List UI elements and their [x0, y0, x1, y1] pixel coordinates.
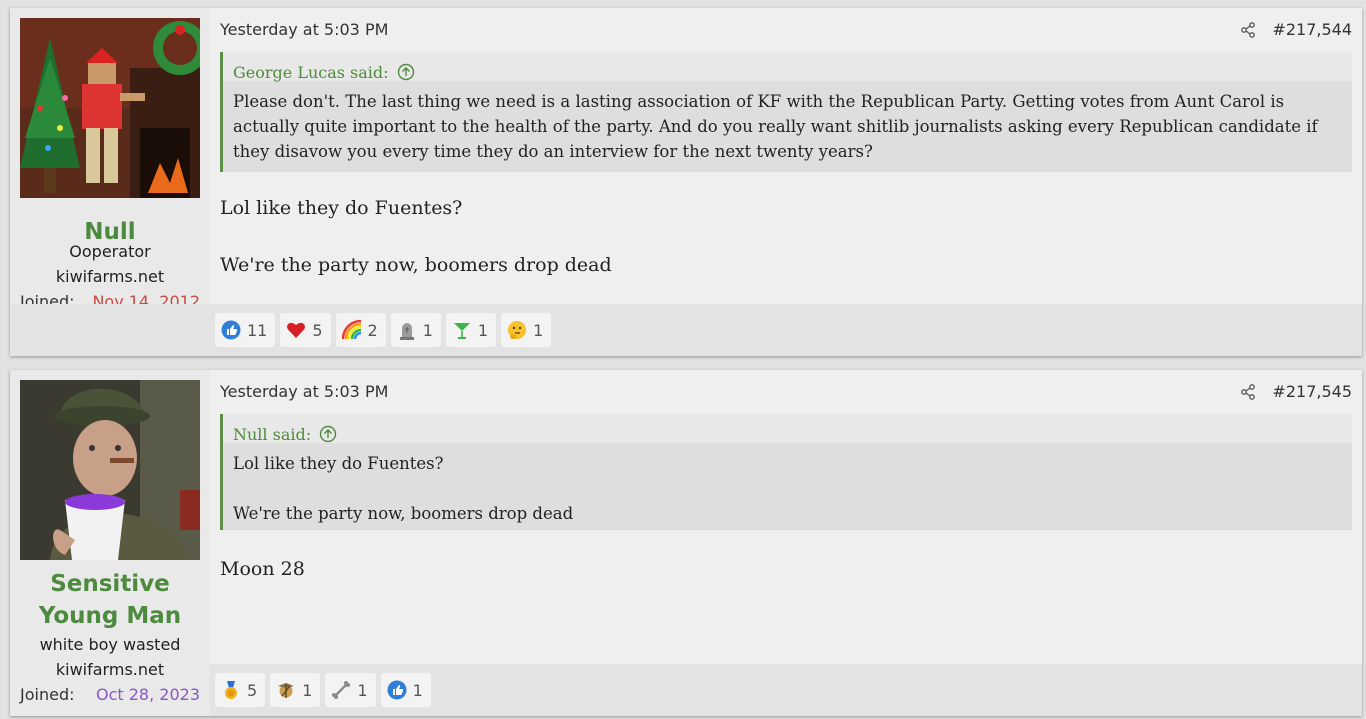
- quote-header[interactable]: George Lucas said:: [223, 52, 1352, 82]
- quote-author[interactable]: George Lucas said:: [233, 63, 389, 82]
- reaction-marine-emblem[interactable]: 1: [270, 673, 321, 707]
- reaction-count: 1: [477, 320, 489, 340]
- joined-date: Oct 28, 2023: [96, 685, 200, 704]
- bone-icon: [331, 680, 351, 700]
- rainbow-icon: [341, 320, 362, 340]
- marine-emblem-icon: [276, 680, 296, 700]
- quote-header[interactable]: Null said:: [223, 414, 1352, 444]
- post-number[interactable]: #217,544: [1272, 20, 1352, 39]
- avatar[interactable]: [20, 18, 200, 198]
- reaction-count: 5: [247, 680, 258, 700]
- thumbs-up-icon: [387, 680, 407, 700]
- quote-line: We're the party now, boomers drop dead: [233, 504, 574, 523]
- reaction-count: 1: [302, 680, 313, 700]
- message-body: Lol like they do Fuentes? We're the part…: [220, 194, 1352, 279]
- post-meta-right: #217,545: [1240, 382, 1352, 401]
- quote-author[interactable]: Null said:: [233, 425, 311, 444]
- post-217545: Sensitive Young Man white boy wasted kiw…: [10, 370, 1362, 716]
- reaction-bone[interactable]: 1: [325, 673, 376, 707]
- message-line: Moon 28: [220, 558, 305, 580]
- quote-block: Null said: Lol like they do Fuentes? We'…: [220, 414, 1352, 530]
- post-date[interactable]: Yesterday at 5:03 PM: [220, 20, 388, 39]
- quote-line: Lol like they do Fuentes?: [233, 454, 444, 473]
- reaction-count: 5: [312, 320, 323, 340]
- reaction-rainbow[interactable]: 2: [335, 313, 386, 347]
- reaction-count: 1: [412, 680, 423, 700]
- user-title: Ooperator: [69, 242, 151, 261]
- tombstone-icon: [397, 320, 417, 340]
- reaction-thumbs-up[interactable]: 1: [380, 673, 431, 707]
- reaction-heart[interactable]: 5: [280, 313, 331, 347]
- post-number[interactable]: #217,545: [1272, 382, 1352, 401]
- username[interactable]: Sensitive Young Man: [10, 568, 210, 632]
- reactions-bar: 5 1 1 1: [210, 664, 1362, 716]
- cocktail-icon: [452, 320, 472, 340]
- avatar[interactable]: [20, 380, 200, 560]
- joined-label: Joined:: [20, 685, 75, 704]
- thinking-face-icon: [507, 320, 527, 340]
- reaction-cocktail[interactable]: 1: [445, 313, 497, 347]
- medal-icon: [221, 680, 241, 700]
- quote-block: George Lucas said: Please don't. The las…: [220, 52, 1352, 172]
- post-date[interactable]: Yesterday at 5:03 PM: [220, 382, 388, 401]
- reaction-thinking[interactable]: 1: [501, 313, 552, 347]
- message-body: Moon 28: [220, 555, 1352, 583]
- reaction-count: 1: [422, 320, 433, 340]
- reaction-count: 2: [367, 320, 378, 340]
- quote-text: Please don't. The last thing we need is …: [223, 81, 1352, 172]
- user-info-column: Sensitive Young Man white boy wasted kiw…: [10, 370, 210, 716]
- reaction-count: 1: [533, 320, 544, 340]
- reaction-tombstone[interactable]: 1: [390, 313, 441, 347]
- quote-text: Lol like they do Fuentes? We're the part…: [223, 443, 1352, 530]
- post-meta-right: #217,544: [1240, 20, 1352, 39]
- reaction-thumbs-up[interactable]: 11: [215, 313, 276, 347]
- post-main: Yesterday at 5:03 PM #217,544 George Luc…: [10, 8, 1362, 356]
- reaction-count: 11: [247, 320, 268, 340]
- thumbs-up-icon: [221, 320, 241, 340]
- user-banner: kiwifarms.net: [55, 660, 165, 679]
- reaction-medal[interactable]: 5: [215, 673, 266, 707]
- message-line: We're the party now, boomers drop dead: [220, 254, 612, 276]
- share-icon[interactable]: [1240, 383, 1256, 400]
- arrow-up-circle-icon[interactable]: [319, 425, 337, 443]
- user-title: white boy wasted: [39, 635, 181, 654]
- post-217544: Null Ooperator kiwifarms.net Joined: Nov…: [10, 8, 1362, 356]
- reactions-bar: 11 5 2 1 1 1: [10, 304, 1362, 356]
- user-banner: kiwifarms.net: [55, 267, 165, 286]
- share-icon[interactable]: [1240, 21, 1256, 38]
- post-main: Yesterday at 5:03 PM #217,545 Null said:…: [210, 370, 1362, 716]
- message-line: Lol like they do Fuentes?: [220, 197, 463, 219]
- reaction-count: 1: [357, 680, 368, 700]
- arrow-up-circle-icon[interactable]: [397, 63, 415, 81]
- heart-icon: [286, 320, 306, 340]
